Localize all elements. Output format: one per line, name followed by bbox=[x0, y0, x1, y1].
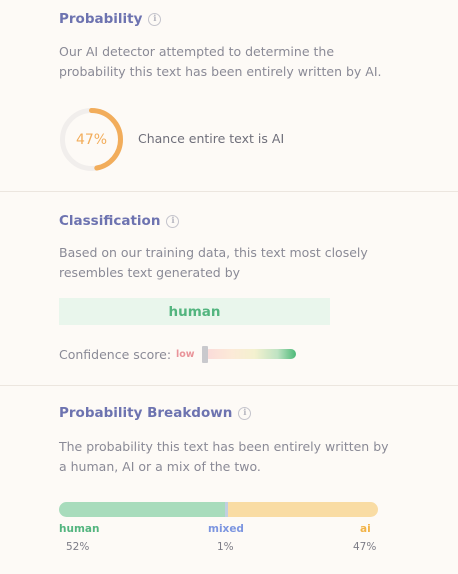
breakdown-description: The probability this text has been entir… bbox=[59, 439, 389, 474]
breakdown-heading: Probability Breakdown i bbox=[59, 405, 252, 421]
section-divider bbox=[0, 191, 458, 192]
confidence-gradient-bar bbox=[204, 349, 296, 359]
probability-title: Probability bbox=[59, 11, 143, 27]
breakdown-value-human: 52% bbox=[66, 541, 90, 553]
breakdown-segment-ai bbox=[228, 502, 378, 517]
ai-detector-panel: Probability i Our AI detector attempted … bbox=[0, 0, 458, 574]
breakdown-value-ai: 47% bbox=[353, 541, 377, 553]
info-icon[interactable]: i bbox=[238, 406, 252, 420]
breakdown-value-mixed: 1% bbox=[217, 541, 234, 553]
probability-caption: Chance entire text is AI bbox=[138, 131, 285, 146]
confidence-level: low bbox=[176, 349, 195, 360]
breakdown-label-mixed: mixed bbox=[208, 523, 244, 535]
breakdown-bar bbox=[59, 502, 378, 517]
section-divider bbox=[0, 385, 458, 386]
breakdown-label-ai: ai bbox=[360, 523, 371, 535]
confidence-marker bbox=[202, 346, 208, 363]
probability-description: Our AI detector attempted to determine t… bbox=[59, 44, 382, 79]
probability-heading: Probability i bbox=[59, 11, 162, 27]
classification-description: Based on our training data, this text mo… bbox=[59, 245, 368, 280]
info-icon[interactable]: i bbox=[166, 214, 180, 228]
classification-title: Classification bbox=[59, 213, 161, 229]
classification-result: human bbox=[59, 298, 330, 325]
classification-result-label: human bbox=[168, 303, 221, 320]
breakdown-label-human: human bbox=[59, 523, 100, 535]
confidence-label: Confidence score: bbox=[59, 347, 172, 362]
info-icon[interactable]: i bbox=[148, 12, 162, 26]
breakdown-segment-human bbox=[59, 502, 225, 517]
classification-heading: Classification i bbox=[59, 213, 180, 229]
breakdown-title: Probability Breakdown bbox=[59, 405, 233, 421]
probability-percent: 47% bbox=[75, 131, 108, 148]
